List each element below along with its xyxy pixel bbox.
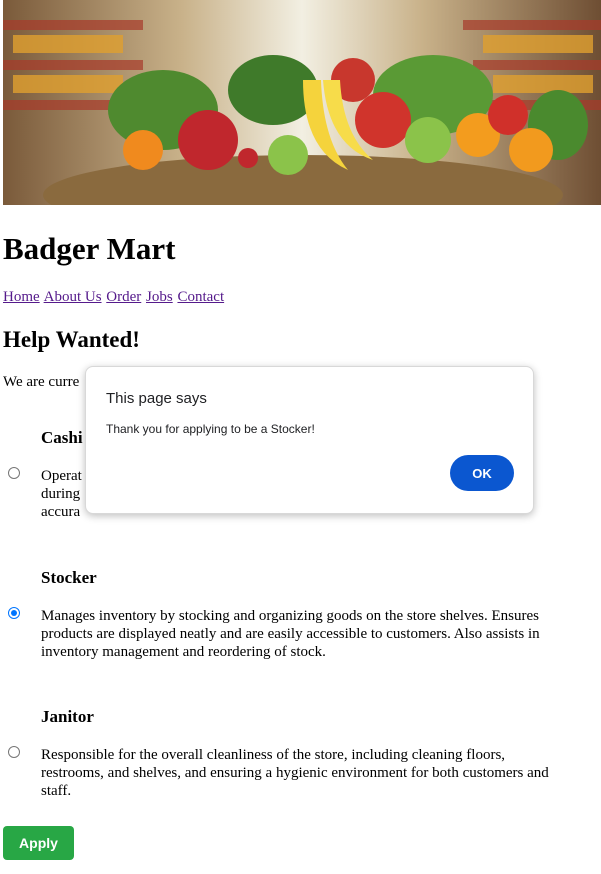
site-title: Badger Mart: [3, 231, 176, 266]
job-title-stocker: Stocker: [41, 568, 97, 587]
job-desc-janitor: Responsible for the overall cleanliness …: [41, 747, 549, 799]
job-radio-cashier[interactable]: [8, 467, 20, 479]
dialog-ok-button[interactable]: OK: [450, 455, 514, 491]
nav-link-contact[interactable]: Contact: [177, 289, 224, 305]
job-title-cashier: Cashi: [41, 428, 83, 447]
nav-link-jobs[interactable]: Jobs: [146, 289, 173, 305]
nav-link-order[interactable]: Order: [106, 289, 141, 305]
intro-text: We are curre: [3, 374, 80, 390]
job-title-janitor: Janitor: [41, 707, 94, 726]
job-desc-stocker: Manages inventory by stocking and organi…: [41, 608, 540, 660]
alert-dialog: This page says Thank you for applying to…: [85, 366, 534, 514]
main-nav: Home About Us Order Jobs Contact: [3, 289, 225, 306]
job-radio-janitor[interactable]: [8, 746, 20, 758]
nav-link-home[interactable]: Home: [3, 289, 40, 305]
job-radio-stocker[interactable]: [8, 607, 20, 619]
dialog-title: This page says: [106, 390, 207, 407]
apply-button[interactable]: Apply: [3, 826, 74, 860]
nav-link-about-us[interactable]: About Us: [44, 289, 102, 305]
dialog-message: Thank you for applying to be a Stocker!: [106, 422, 315, 436]
grocery-banner-image: [3, 0, 601, 205]
help-wanted-heading: Help Wanted!: [3, 327, 140, 352]
